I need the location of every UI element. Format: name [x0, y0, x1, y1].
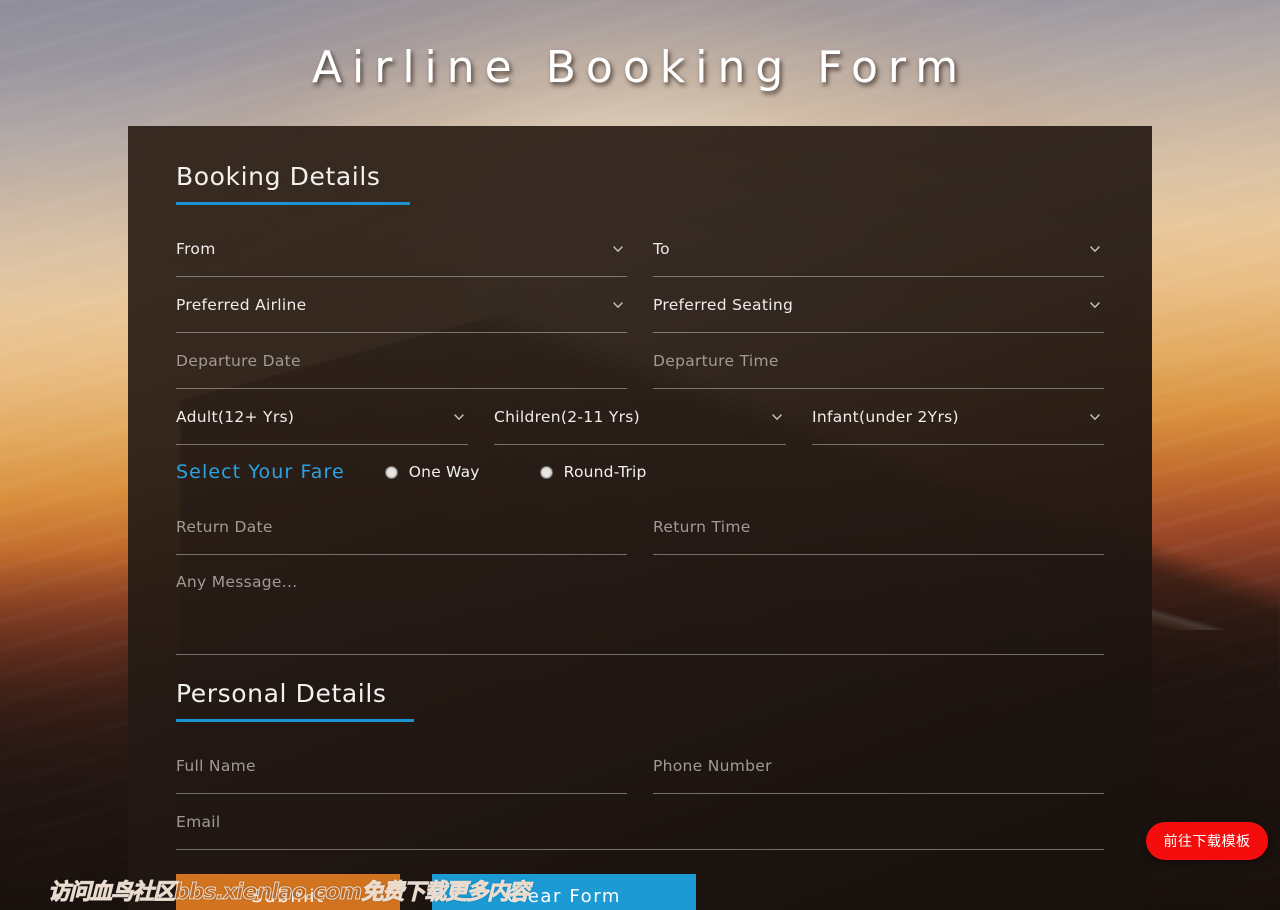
full-name-input[interactable]: Full Name — [176, 738, 627, 794]
message-placeholder: Any Message... — [176, 573, 298, 591]
fare-option-one-way-label: One Way — [408, 463, 480, 481]
departure-date-placeholder: Departure Date — [176, 351, 301, 370]
preferred-airline-select[interactable]: Preferred Airline — [176, 277, 627, 333]
departure-row: Departure Date Departure Time — [176, 333, 1104, 389]
email-input[interactable]: Email — [176, 794, 1104, 850]
chevron-down-icon — [611, 298, 625, 312]
from-select-label: From — [176, 239, 216, 258]
phone-number-placeholder: Phone Number — [653, 756, 772, 775]
departure-time-placeholder: Departure Time — [653, 351, 779, 370]
return-row: Return Date Return Time — [176, 499, 1104, 555]
return-time-placeholder: Return Time — [653, 517, 751, 536]
booking-form-panel: Booking Details From To Preferred Airlin… — [128, 126, 1152, 910]
booking-details-heading: Booking Details — [176, 162, 381, 191]
children-count-select[interactable]: Children(2-11 Yrs) — [494, 389, 786, 445]
to-select[interactable]: To — [653, 221, 1104, 277]
from-to-row: From To — [176, 221, 1104, 277]
to-select-label: To — [653, 239, 670, 258]
infant-count-select[interactable]: Infant(under 2Yrs) — [812, 389, 1104, 445]
fare-option-one-way[interactable]: One Way — [384, 463, 480, 481]
chevron-down-icon — [1088, 242, 1102, 256]
name-phone-row: Full Name Phone Number — [176, 738, 1104, 794]
return-date-placeholder: Return Date — [176, 517, 273, 536]
chevron-down-icon — [452, 410, 466, 424]
adult-count-select[interactable]: Adult(12+ Yrs) — [176, 389, 468, 445]
email-placeholder: Email — [176, 812, 221, 831]
fare-selection-row: Select Your Fare One Way Round-Trip — [176, 449, 1104, 495]
return-time-input[interactable]: Return Time — [653, 499, 1104, 555]
download-template-badge[interactable]: 前往下载模板 — [1146, 822, 1268, 860]
personal-details-underline — [176, 719, 414, 722]
preferred-airline-label: Preferred Airline — [176, 295, 307, 314]
preferred-seating-select[interactable]: Preferred Seating — [653, 277, 1104, 333]
radio-icon[interactable] — [384, 465, 398, 479]
chevron-down-icon — [611, 242, 625, 256]
chevron-down-icon — [770, 410, 784, 424]
message-textarea[interactable]: Any Message... — [176, 555, 1104, 655]
radio-icon[interactable] — [539, 465, 553, 479]
select-your-fare-label: Select Your Fare — [176, 461, 345, 483]
infant-count-label: Infant(under 2Yrs) — [812, 407, 959, 426]
booking-details-underline — [176, 202, 410, 205]
passenger-row: Adult(12+ Yrs) Children(2-11 Yrs) Infant… — [176, 389, 1104, 445]
departure-date-input[interactable]: Departure Date — [176, 333, 627, 389]
clear-form-button[interactable]: Clear Form — [432, 874, 696, 910]
adult-count-label: Adult(12+ Yrs) — [176, 407, 295, 426]
full-name-placeholder: Full Name — [176, 756, 256, 775]
preferred-seating-label: Preferred Seating — [653, 295, 794, 314]
fare-option-round-trip[interactable]: Round-Trip — [539, 463, 647, 481]
form-actions: Submit Clear Form — [176, 874, 1104, 910]
airline-seating-row: Preferred Airline Preferred Seating — [176, 277, 1104, 333]
departure-time-input[interactable]: Departure Time — [653, 333, 1104, 389]
submit-button[interactable]: Submit — [176, 874, 400, 910]
fare-option-round-trip-label: Round-Trip — [563, 463, 647, 481]
chevron-down-icon — [1088, 298, 1102, 312]
phone-number-input[interactable]: Phone Number — [653, 738, 1104, 794]
children-count-label: Children(2-11 Yrs) — [494, 407, 641, 426]
from-select[interactable]: From — [176, 221, 627, 277]
return-date-input[interactable]: Return Date — [176, 499, 627, 555]
personal-details-heading: Personal Details — [176, 679, 387, 708]
chevron-down-icon — [1088, 410, 1102, 424]
page-title: Airline Booking Form — [311, 42, 969, 93]
